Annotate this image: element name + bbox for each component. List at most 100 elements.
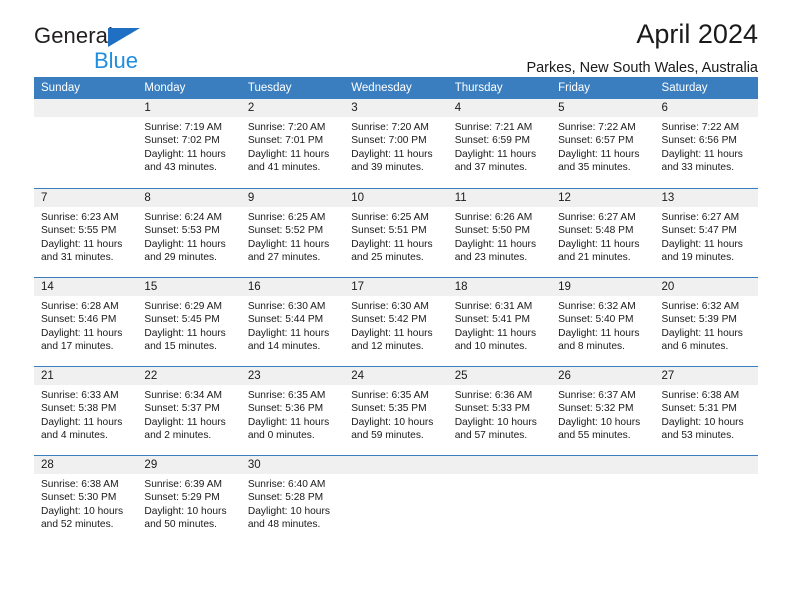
calendar-day-cell[interactable]: 4 Sunrise: 7:21 AM Sunset: 6:59 PM Daylight… xyxy=(447,99,552,188)
sunrise-text: Sunrise: 7:19 AM xyxy=(144,122,223,133)
day-number: 1 xyxy=(137,99,241,117)
calendar-day-cell[interactable]: 30 Sunrise: 6:40 AM Sunset: 5:28 PM Dayligh… xyxy=(240,456,345,544)
day-number xyxy=(447,456,552,474)
calendar-day-cell[interactable]: 6 Sunrise: 7:22 AM Sunset: 6:56 PM Daylight… xyxy=(654,99,758,188)
daylight-text-line1: Daylight: 11 hours xyxy=(454,238,537,250)
sunrise-text: Sunrise: 7:20 AM xyxy=(247,122,326,133)
calendar-day-cell[interactable]: 7 Sunrise: 6:23 AM Sunset: 5:55 PM Daylight… xyxy=(34,189,138,277)
weekday-monday: Monday xyxy=(144,82,186,94)
sunrise-text: Sunrise: 6:35 AM xyxy=(351,390,429,401)
daylight-text-line1: Daylight: 11 hours xyxy=(661,148,743,160)
calendar-day-cell[interactable]: 16 Sunrise: 6:30 AM Sunset: 5:44 PM Dayligh… xyxy=(240,278,345,366)
sunset-text: Sunset: 5:31 PM xyxy=(661,403,737,415)
daylight-text-line1: Daylight: 11 hours xyxy=(41,238,123,250)
sunrise-text: Sunrise: 6:33 AM xyxy=(41,390,119,401)
weekday-saturday: Saturday xyxy=(661,82,708,94)
day-number: 27 xyxy=(654,367,758,385)
calendar-day-cell[interactable]: 5 Sunrise: 7:22 AM Sunset: 6:57 PM Daylight… xyxy=(551,99,655,188)
sunrise-text: Sunrise: 6:25 AM xyxy=(351,212,429,223)
sunset-text: Sunset: 5:52 PM xyxy=(247,225,324,237)
daylight-text-line2: and 37 minutes. xyxy=(454,162,528,174)
calendar-day-cell[interactable]: 20 Sunrise: 6:32 AM Sunset: 5:39 PM Dayligh… xyxy=(654,278,758,366)
weekday-header-row: Sunday Monday Tuesday Wednesday Thursday… xyxy=(34,77,758,99)
day-number: 12 xyxy=(551,189,655,207)
calendar-day-cell[interactable]: 25 Sunrise: 6:36 AM Sunset: 5:33 PM Dayligh… xyxy=(447,367,552,455)
day-number: 7 xyxy=(34,189,138,207)
calendar-day-cell[interactable]: 12 Sunrise: 6:27 AM Sunset: 5:48 PM Dayligh… xyxy=(551,189,655,277)
calendar-weeks: 1 Sunrise: 7:19 AM Sunset: 7:02 PM Daylight… xyxy=(34,99,758,544)
calendar-week-row: 14 Sunrise: 6:28 AM Sunset: 5:46 PM Dayligh… xyxy=(34,277,758,366)
day-number: 3 xyxy=(344,99,448,117)
sunrise-text: Sunrise: 6:30 AM xyxy=(247,301,326,312)
calendar-day-cell[interactable]: 28 Sunrise: 6:38 AM Sunset: 5:30 PM Dayligh… xyxy=(34,456,138,544)
daylight-text-line1: Daylight: 11 hours xyxy=(351,148,433,160)
daylight-text-line2: and 48 minutes. xyxy=(247,519,321,531)
daylight-text-line1: Daylight: 11 hours xyxy=(661,238,743,250)
day-sun-info: Sunrise: 6:24 AM Sunset: 5:53 PM Daylight:… xyxy=(137,207,240,265)
calendar-day-cell[interactable]: 21 Sunrise: 6:33 AM Sunset: 5:38 PM Dayligh… xyxy=(34,367,138,455)
calendar-day-cell[interactable]: 8 Sunrise: 6:24 AM Sunset: 5:53 PM Daylight… xyxy=(137,189,241,277)
day-number: 17 xyxy=(344,278,448,296)
sunrise-text: Sunrise: 6:26 AM xyxy=(454,212,533,223)
calendar-day-cell[interactable]: 24 Sunrise: 6:35 AM Sunset: 5:35 PM Dayligh… xyxy=(344,367,448,455)
daylight-text-line1: Daylight: 10 hours xyxy=(351,416,434,428)
page-subtitle: Parkes, New South Wales, Australia xyxy=(526,60,758,76)
calendar-day-cell[interactable]: 17 Sunrise: 6:30 AM Sunset: 5:42 PM Dayligh… xyxy=(344,278,448,366)
daylight-text-line2: and 21 minutes. xyxy=(558,252,631,264)
calendar-day-cell[interactable]: 26 Sunrise: 6:37 AM Sunset: 5:32 PM Dayligh… xyxy=(551,367,655,455)
day-number: 10 xyxy=(344,189,448,207)
page-header: General Blue April 2024 Parkes, New Sout… xyxy=(34,0,758,76)
sunset-text: Sunset: 5:55 PM xyxy=(41,225,117,237)
sunrise-text: Sunrise: 6:37 AM xyxy=(558,390,636,401)
title-block: April 2024 Parkes, New South Wales, Aust… xyxy=(526,18,758,78)
calendar-day-cell[interactable]: 10 Sunrise: 6:25 AM Sunset: 5:51 PM Dayligh… xyxy=(344,189,448,277)
sunset-text: Sunset: 6:57 PM xyxy=(558,135,634,147)
calendar-day-cell-empty xyxy=(654,456,758,544)
daylight-text-line1: Daylight: 10 hours xyxy=(661,416,744,428)
calendar-day-cell[interactable]: 9 Sunrise: 6:25 AM Sunset: 5:52 PM Daylight… xyxy=(240,189,345,277)
calendar-day-cell[interactable]: 14 Sunrise: 6:28 AM Sunset: 5:46 PM Dayligh… xyxy=(34,278,138,366)
calendar-week-row: 21 Sunrise: 6:33 AM Sunset: 5:38 PM Dayligh… xyxy=(34,366,758,455)
calendar-day-cell[interactable]: 22 Sunrise: 6:34 AM Sunset: 5:37 PM Dayligh… xyxy=(137,367,241,455)
daylight-text-line2: and 43 minutes. xyxy=(144,162,217,174)
sunset-text: Sunset: 5:39 PM xyxy=(661,314,737,326)
daylight-text-line1: Daylight: 11 hours xyxy=(247,416,330,428)
daylight-text-line2: and 14 minutes. xyxy=(247,341,321,353)
general-blue-logo[interactable]: General Blue xyxy=(34,24,234,74)
daylight-text-line2: and 8 minutes. xyxy=(558,341,625,353)
calendar-day-cell-empty xyxy=(34,99,138,188)
sunrise-text: Sunrise: 6:39 AM xyxy=(144,479,223,490)
daylight-text-line1: Daylight: 11 hours xyxy=(144,327,226,339)
daylight-text-line2: and 2 minutes. xyxy=(144,430,212,442)
sunset-text: Sunset: 5:46 PM xyxy=(41,314,117,326)
weekday-thursday: Thursday xyxy=(454,82,503,94)
sunrise-text: Sunrise: 6:25 AM xyxy=(247,212,326,223)
calendar-day-cell[interactable]: 11 Sunrise: 6:26 AM Sunset: 5:50 PM Dayligh… xyxy=(447,189,552,277)
day-number: 16 xyxy=(240,278,345,296)
sunrise-text: Sunrise: 6:28 AM xyxy=(41,301,119,312)
daylight-text-line2: and 12 minutes. xyxy=(351,341,424,353)
daylight-text-line2: and 53 minutes. xyxy=(661,430,735,442)
day-number: 14 xyxy=(34,278,138,296)
day-sun-info: Sunrise: 7:19 AM Sunset: 7:02 PM Daylight:… xyxy=(137,117,240,175)
calendar-day-cell[interactable]: 23 Sunrise: 6:35 AM Sunset: 5:36 PM Dayligh… xyxy=(240,367,345,455)
sunrise-text: Sunrise: 6:38 AM xyxy=(41,479,119,490)
calendar-day-cell[interactable]: 1 Sunrise: 7:19 AM Sunset: 7:02 PM Daylight… xyxy=(137,99,241,188)
day-number: 13 xyxy=(654,189,758,207)
calendar-day-cell[interactable]: 19 Sunrise: 6:32 AM Sunset: 5:40 PM Dayligh… xyxy=(551,278,655,366)
day-sun-info: Sunrise: 6:40 AM Sunset: 5:28 PM Daylight:… xyxy=(241,474,344,532)
calendar-day-cell[interactable]: 15 Sunrise: 6:29 AM Sunset: 5:45 PM Dayligh… xyxy=(137,278,241,366)
day-number: 15 xyxy=(137,278,241,296)
daylight-text-line2: and 0 minutes. xyxy=(247,430,315,442)
day-sun-info: Sunrise: 6:39 AM Sunset: 5:29 PM Daylight:… xyxy=(137,474,240,532)
calendar-day-cell[interactable]: 13 Sunrise: 6:27 AM Sunset: 5:47 PM Dayligh… xyxy=(654,189,758,277)
calendar-day-cell[interactable]: 27 Sunrise: 6:38 AM Sunset: 5:31 PM Dayligh… xyxy=(654,367,758,455)
calendar-day-cell[interactable]: 2 Sunrise: 7:20 AM Sunset: 7:01 PM Daylight… xyxy=(240,99,345,188)
sunrise-text: Sunrise: 6:40 AM xyxy=(247,479,326,490)
calendar-day-cell[interactable]: 3 Sunrise: 7:20 AM Sunset: 7:00 PM Daylight… xyxy=(344,99,448,188)
calendar-day-cell[interactable]: 18 Sunrise: 6:31 AM Sunset: 5:41 PM Dayligh… xyxy=(447,278,552,366)
calendar-day-cell[interactable]: 29 Sunrise: 6:39 AM Sunset: 5:29 PM Dayligh… xyxy=(137,456,241,544)
weekday-wednesday: Wednesday xyxy=(351,82,412,94)
sunrise-text: Sunrise: 7:22 AM xyxy=(661,122,740,133)
daylight-text-line2: and 4 minutes. xyxy=(41,430,108,442)
